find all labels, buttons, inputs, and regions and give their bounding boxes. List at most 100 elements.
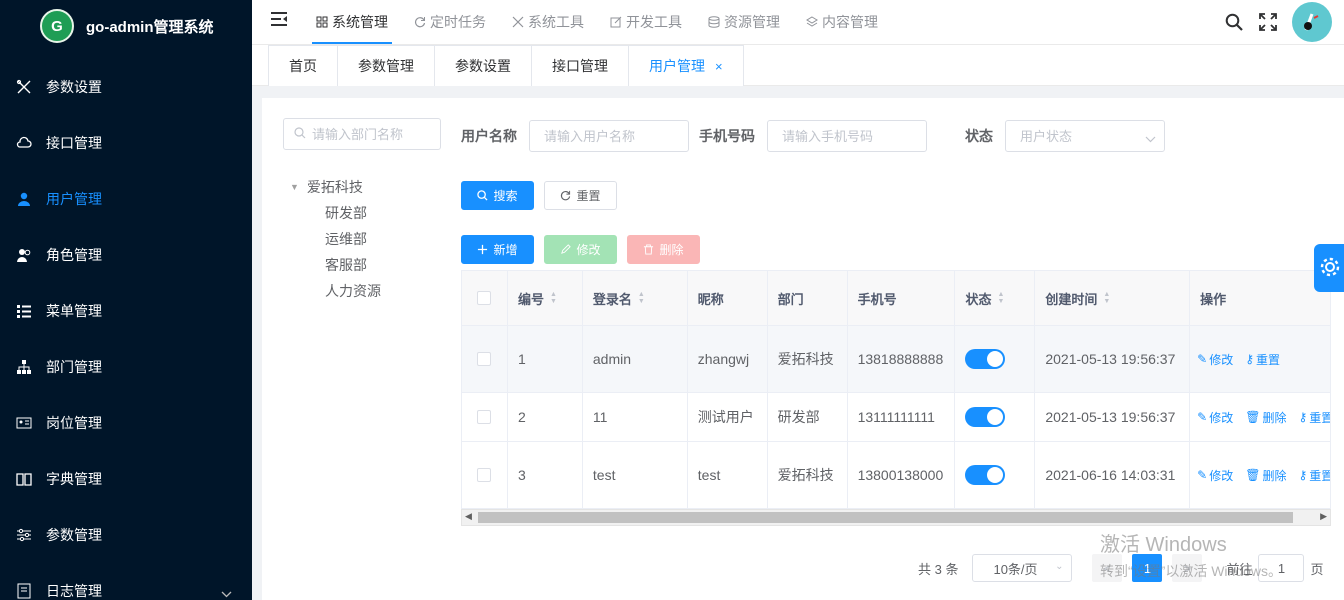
row-edit-link[interactable]: ✎ 修改 xyxy=(1197,409,1233,426)
tab-api[interactable]: 接口管理 xyxy=(531,45,628,86)
edit-button[interactable]: 修改 xyxy=(544,235,617,264)
cell-actions: ✎ 修改 ⚷ 重置 xyxy=(1190,326,1331,392)
tab-users[interactable]: 用户管理 × xyxy=(628,45,744,86)
sidebar-item-params[interactable]: 参数管理 xyxy=(0,507,252,563)
dept-search-input[interactable] xyxy=(312,126,432,142)
op-label: 删除 xyxy=(1262,468,1287,483)
tab-home[interactable]: 首页 xyxy=(268,45,337,86)
col-label: 状态 xyxy=(965,291,992,307)
sidebar-item-depts[interactable]: 部门管理 xyxy=(0,339,252,395)
logo[interactable]: G go-admin管理系统 xyxy=(0,0,252,52)
col-label: 手机号 xyxy=(857,291,897,307)
sidebar-item-dict[interactable]: 字典管理 xyxy=(0,451,252,507)
row-delete-link[interactable]: 🗑 删除 xyxy=(1245,409,1286,426)
row-delete-link[interactable]: 🗑 删除 xyxy=(1245,467,1286,484)
tab-param-settings[interactable]: 参数设置 xyxy=(434,45,531,86)
status-select-input[interactable] xyxy=(1020,128,1140,144)
status-select[interactable] xyxy=(1005,120,1165,152)
scroll-thumb[interactable] xyxy=(478,512,1293,523)
top-nav-cron[interactable]: 定时任务 xyxy=(410,0,490,44)
tree-node-label: 爱拓科技 xyxy=(306,179,363,195)
select-all-checkbox[interactable] xyxy=(477,291,492,305)
page-number-current[interactable]: 1 xyxy=(1132,554,1163,582)
col-login[interactable]: 登录名 ▲ ▼ xyxy=(583,271,688,325)
sidebar-item-label: 菜单管理 xyxy=(46,303,102,319)
sidebar-item-label: 字典管理 xyxy=(46,471,102,487)
tree-node[interactable]: 客服部 xyxy=(290,252,381,278)
search-icon[interactable] xyxy=(1224,12,1244,32)
sidebar-item-menus[interactable]: 菜单管理 xyxy=(0,283,252,339)
trash-icon: 🗑 xyxy=(1245,468,1261,482)
caret-down-icon[interactable]: ▼ xyxy=(290,182,299,192)
sort-icon[interactable]: ▲ ▼ xyxy=(1103,291,1110,305)
row-checkbox[interactable] xyxy=(477,468,492,482)
goto-input[interactable]: 1 xyxy=(1258,554,1305,582)
phone-input[interactable] xyxy=(782,128,902,144)
username-input[interactable] xyxy=(544,128,664,144)
sidebar-item-posts[interactable]: 岗位管理 xyxy=(0,395,252,451)
sort-icon[interactable]: ▲ ▼ xyxy=(997,291,1004,305)
tree-node[interactable]: 运维部 xyxy=(290,226,381,252)
row-edit-link[interactable]: ✎ 修改 xyxy=(1197,467,1233,484)
sidebar-item-users[interactable]: 用户管理 xyxy=(0,171,252,227)
top-nav-system[interactable]: 系统管理 xyxy=(312,0,392,44)
row-reset-link[interactable]: ⚷ 重置 xyxy=(1298,409,1329,426)
sidebar-item-param-settings[interactable]: 参数设置 xyxy=(0,59,252,115)
row-checkbox[interactable] xyxy=(477,352,492,366)
row-checkbox[interactable] xyxy=(477,410,492,424)
add-button[interactable]: 新增 xyxy=(461,235,534,264)
col-label: 创建时间 xyxy=(1045,291,1098,307)
scroll-right-icon[interactable]: ▶ xyxy=(1320,511,1327,522)
top-nav-label: 开发工具 xyxy=(626,14,682,30)
col-id[interactable]: 编号 ▲ ▼ xyxy=(508,271,583,325)
status-switch[interactable] xyxy=(965,349,1006,369)
col-status[interactable]: 状态 ▲ ▼ xyxy=(955,271,1036,325)
op-label: 重置 xyxy=(1256,352,1281,367)
top-nav-resources[interactable]: 资源管理 xyxy=(704,0,784,44)
search-icon xyxy=(294,126,306,142)
top-nav-tools[interactable]: 系统工具 xyxy=(508,0,588,44)
user-table: 编号 ▲ ▼ 登录名 ▲ ▼ 昵称 部门 手机号 状态 ▲ ▼ 创建时间 ▲ ▼ 操作 1 ad… xyxy=(461,270,1331,510)
tree-node-root[interactable]: ▼ 爱拓科技 xyxy=(290,174,381,200)
status-switch[interactable] xyxy=(965,407,1006,427)
fullscreen-icon[interactable] xyxy=(1258,12,1278,32)
tree-node[interactable]: 人力资源 xyxy=(290,278,381,304)
hamburger-icon[interactable] xyxy=(270,10,288,31)
avatar[interactable] xyxy=(1292,2,1332,42)
table-row[interactable]: 2 11 测试用户 研发部 13111111111 2021-05-13 19:… xyxy=(462,393,1331,442)
settings-button[interactable] xyxy=(1314,244,1344,292)
top-nav-content[interactable]: 内容管理 xyxy=(802,0,882,44)
reset-button[interactable]: 重置 xyxy=(544,181,617,210)
row-reset-link[interactable]: ⚷ 重置 xyxy=(1245,351,1280,368)
top-nav-label: 定时任务 xyxy=(430,14,486,30)
cell-login: 11 xyxy=(583,393,688,441)
tags-view: 首页 参数管理 参数设置 接口管理 用户管理 × xyxy=(252,44,1344,86)
page-size-select[interactable]: 10条/页 ⌄ xyxy=(972,554,1073,582)
row-edit-link[interactable]: ✎ 修改 xyxy=(1197,351,1233,368)
cell-created: 2021-05-13 19:56:37 xyxy=(1035,326,1191,392)
search-button[interactable]: 搜索 xyxy=(461,181,534,210)
col-label: 部门 xyxy=(777,291,804,307)
tab-param-mgmt[interactable]: 参数管理 xyxy=(337,45,434,86)
table-row[interactable]: 3 test test 爱拓科技 13800138000 2021-06-16 … xyxy=(462,442,1331,509)
tree-node[interactable]: 研发部 xyxy=(290,200,381,226)
top-nav-dev[interactable]: 开发工具 xyxy=(606,0,686,44)
next-page-button[interactable]: > xyxy=(1172,554,1203,582)
sidebar-item-roles[interactable]: 角色管理 xyxy=(0,227,252,283)
avatar-icon xyxy=(1304,13,1319,31)
sidebar-item-logs[interactable]: 日志管理 xyxy=(0,563,252,600)
status-switch[interactable] xyxy=(965,465,1006,485)
goto-label: 前往 xyxy=(1226,561,1253,577)
horizontal-scrollbar[interactable]: ◀ ▶ xyxy=(461,509,1331,526)
col-created[interactable]: 创建时间 ▲ ▼ xyxy=(1035,271,1191,325)
close-icon[interactable]: × xyxy=(715,59,723,74)
row-reset-link[interactable]: ⚷ 重置 xyxy=(1298,467,1331,484)
sort-icon[interactable]: ▲ ▼ xyxy=(638,291,645,305)
prev-page-button[interactable]: < xyxy=(1092,554,1123,582)
sort-icon[interactable]: ▲ ▼ xyxy=(550,291,557,305)
delete-button[interactable]: 删除 xyxy=(627,235,700,264)
sidebar-item-api[interactable]: 接口管理 xyxy=(0,115,252,171)
op-label: 重置 xyxy=(1309,468,1331,483)
table-row[interactable]: 1 admin zhangwj 爱拓科技 13818888888 2021-05… xyxy=(462,326,1331,393)
scroll-left-icon[interactable]: ◀ xyxy=(465,511,472,522)
